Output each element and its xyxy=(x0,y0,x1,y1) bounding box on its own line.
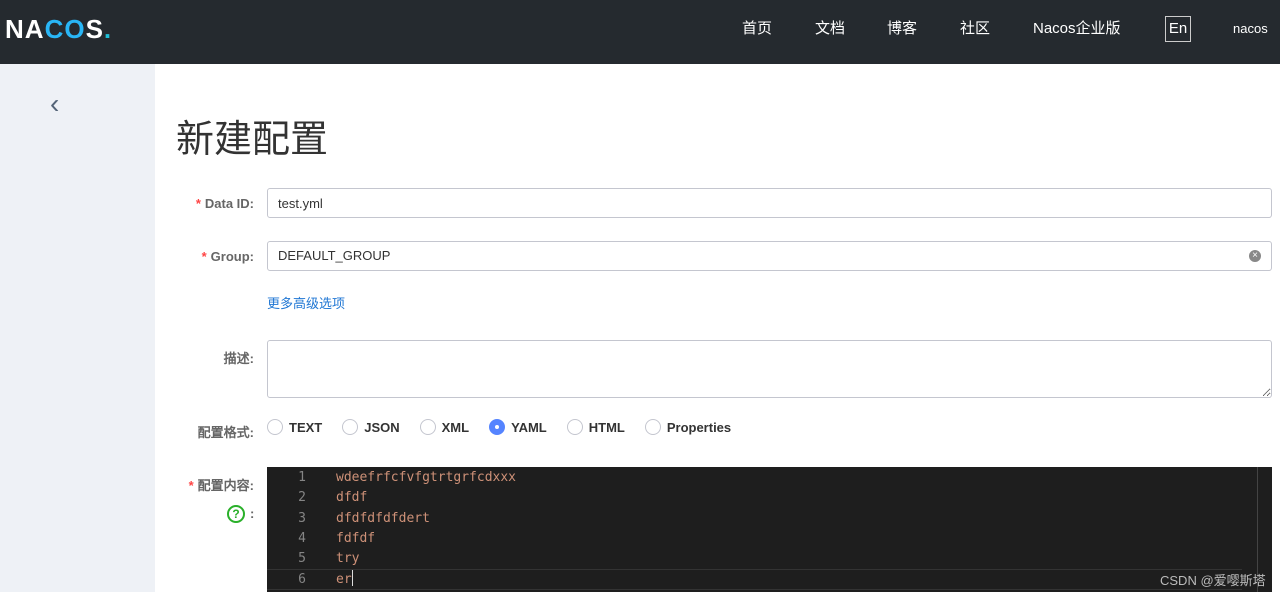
format-label: 配置格式: xyxy=(197,425,254,440)
nav-home[interactable]: 首页 xyxy=(742,0,772,64)
description-label: 描述: xyxy=(223,351,254,366)
back-chevron-icon[interactable]: ‹ xyxy=(50,90,68,118)
radio-properties[interactable]: Properties xyxy=(644,419,731,435)
format-radio-group: TEXT JSON XML YAML HTML Properties xyxy=(267,419,751,435)
radio-html[interactable]: HTML xyxy=(566,419,625,435)
help-colon: : xyxy=(250,506,255,521)
radio-xml[interactable]: XML xyxy=(419,419,469,435)
watermark: CSDN @爱嘤斯塔 xyxy=(1160,573,1266,588)
data-id-label: * Data ID: xyxy=(195,196,254,211)
nacos-logo[interactable]: NACOS. xyxy=(5,14,112,45)
editor-line: 5 try xyxy=(298,551,360,567)
radio-yaml[interactable]: YAML xyxy=(489,419,547,435)
editor-line-current: 6 er xyxy=(267,569,1242,590)
group-input[interactable]: DEFAULT_GROUP × xyxy=(267,241,1272,271)
sidebar xyxy=(0,64,155,592)
data-id-input[interactable] xyxy=(267,188,1272,218)
editor-line: 2 dfdf xyxy=(298,490,368,506)
text-caret xyxy=(351,570,353,587)
more-advanced-options-link[interactable]: 更多高级选项 xyxy=(267,293,345,312)
radio-text[interactable]: TEXT xyxy=(267,419,322,435)
page-title: 新建配置 xyxy=(176,119,329,161)
top-nav-bar: NACOS. 首页 文档 博客 社区 Nacos企业版 En nacos xyxy=(0,0,1280,64)
editor-line: 4 fdfdf xyxy=(298,530,376,546)
editor-line: 3 dfdfdfdfdert xyxy=(298,510,430,526)
description-textarea[interactable] xyxy=(267,340,1272,398)
editor-line: 1 wdeefrfcfvfgtrtgrfcdxxx xyxy=(298,470,517,485)
nav-community[interactable]: 社区 xyxy=(960,0,990,64)
radio-json[interactable]: JSON xyxy=(342,419,400,435)
nav-blog[interactable]: 博客 xyxy=(887,0,917,64)
code-editor[interactable]: 1 wdeefrfcfvfgtrtgrfcdxxx 2 dfdf 3 dfdfdfdf… xyxy=(267,467,1272,592)
language-toggle[interactable]: En xyxy=(1165,16,1191,42)
user-menu[interactable]: nacos xyxy=(1233,0,1268,64)
nav-enterprise[interactable]: Nacos企业版 xyxy=(1033,0,1121,64)
content-label: * 配置内容: xyxy=(188,478,254,493)
nav-docs[interactable]: 文档 xyxy=(815,0,845,64)
help-icon[interactable]: ? xyxy=(227,505,245,523)
clear-icon[interactable]: × xyxy=(1249,250,1261,262)
group-label: * Group: xyxy=(201,249,254,264)
